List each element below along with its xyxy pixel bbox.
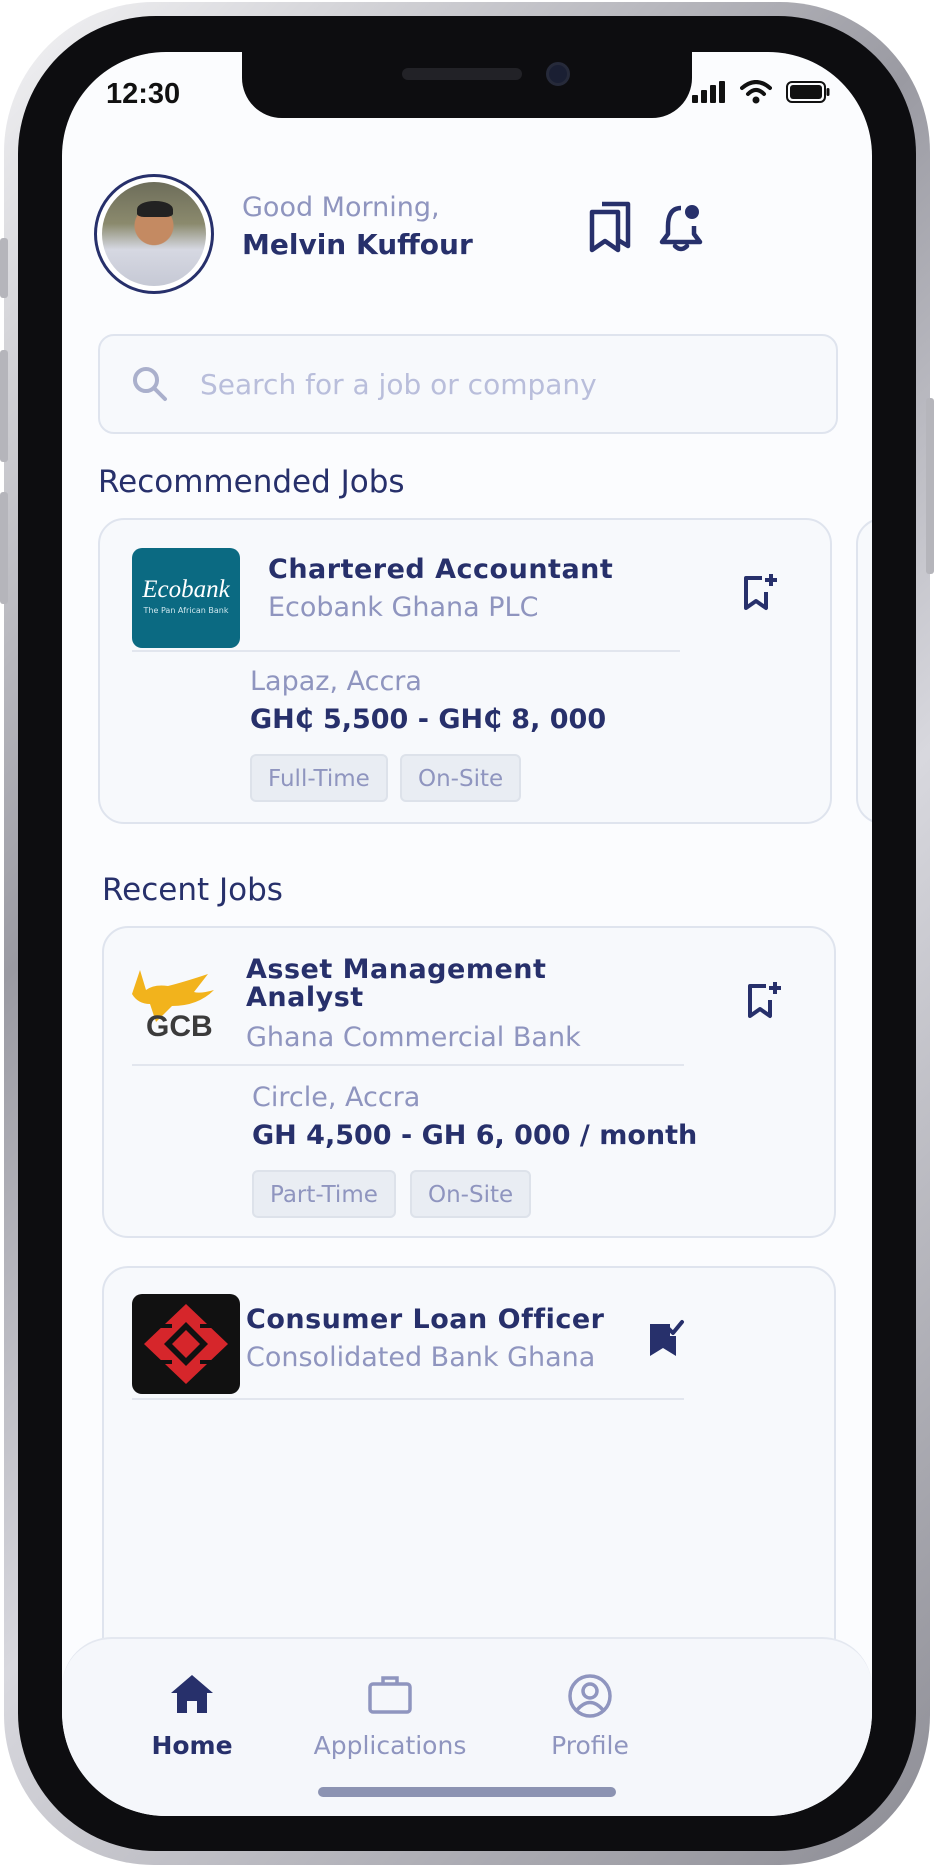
card-divider <box>132 1398 684 1400</box>
recent-job-card[interactable]: GCB Asset Management Analyst Ghana Comme… <box>102 926 836 1238</box>
card-divider <box>132 650 680 652</box>
bookmark-add-button[interactable] <box>740 572 780 616</box>
next-recommended-card-peek[interactable] <box>856 518 872 824</box>
bookmark-add-icon <box>748 982 781 1018</box>
user-circle-icon <box>568 1674 612 1718</box>
notch <box>242 52 692 118</box>
tag-on-site: On-Site <box>410 1170 532 1218</box>
briefcase-icon <box>368 1676 412 1714</box>
card-divider <box>132 1064 684 1066</box>
nav-home[interactable]: Home <box>92 1673 292 1760</box>
job-salary: GH₵ 5,500 - GH₵ 8, 000 <box>250 704 607 735</box>
avatar[interactable] <box>94 174 214 294</box>
nav-home-label: Home <box>151 1731 233 1760</box>
bookmark-check-icon <box>650 1320 684 1356</box>
home-icon <box>171 1675 213 1713</box>
tag-full-time: Full-Time <box>250 754 388 802</box>
ecobank-logo-tagline: The Pan African Bank <box>143 606 229 615</box>
nav-applications[interactable]: Applications <box>290 1673 490 1760</box>
job-location: Circle, Accra <box>252 1082 421 1113</box>
greeting-text: Good Morning, <box>242 192 440 223</box>
nav-profile-label: Profile <box>551 1731 629 1760</box>
avatar-photo <box>102 182 206 286</box>
company-name: Ghana Commercial Bank <box>246 1022 581 1053</box>
search-icon <box>133 367 167 401</box>
user-name: Melvin Kuffour <box>242 228 473 261</box>
volume-up-button <box>0 350 8 462</box>
job-title: Chartered Accountant <box>268 554 614 585</box>
company-name: Ecobank Ghana PLC <box>268 592 539 623</box>
job-title-line-2: Analyst <box>246 982 364 1013</box>
signal-icon <box>692 81 725 103</box>
recent-jobs-title: Recent Jobs <box>102 872 283 908</box>
gcb-logo: GCB <box>128 964 228 1048</box>
consolidated-bank-logo <box>132 1294 240 1394</box>
home-indicator[interactable] <box>318 1787 616 1797</box>
search-input[interactable]: Search for a job or company <box>200 368 597 401</box>
volume-down-button <box>0 492 8 604</box>
job-salary: GH 4,500 - GH 6, 000 / month <box>252 1120 698 1151</box>
recommended-job-card[interactable]: Ecobank The Pan African Bank Chartered A… <box>98 518 832 824</box>
notifications-button[interactable] <box>656 200 706 254</box>
wifi-icon <box>740 80 772 104</box>
ecobank-logo: Ecobank The Pan African Bank <box>132 548 240 648</box>
recent-job-card[interactable]: Consumer Loan Officer Consolidated Bank … <box>102 1266 836 1686</box>
mute-switch <box>0 238 8 298</box>
ecobank-logo-text: Ecobank <box>142 576 230 603</box>
speaker <box>402 68 522 80</box>
tag-on-site: On-Site <box>400 754 522 802</box>
front-camera <box>546 62 570 86</box>
battery-icon <box>786 81 830 103</box>
nav-profile[interactable]: Profile <box>490 1673 690 1760</box>
search-bar[interactable]: Search for a job or company <box>98 334 838 434</box>
recommended-jobs-title: Recommended Jobs <box>98 464 405 500</box>
bell-icon <box>659 205 703 252</box>
saved-jobs-button[interactable] <box>586 200 636 254</box>
bookmark-add-icon <box>744 574 777 610</box>
bookmark-add-button[interactable] <box>744 980 784 1024</box>
app-screen: 12:30 Good Morning, Melvin Kuffour Searc… <box>62 52 872 1816</box>
company-name: Consolidated Bank Ghana <box>246 1342 596 1373</box>
tag-part-time: Part-Time <box>252 1170 396 1218</box>
bookmarks-icon <box>589 201 631 253</box>
job-title: Consumer Loan Officer <box>246 1304 605 1335</box>
bookmark-saved-button[interactable] <box>644 1318 686 1364</box>
job-location: Lapaz, Accra <box>250 666 422 697</box>
gcb-logo-text: GCB <box>146 1010 213 1043</box>
nav-applications-label: Applications <box>313 1731 467 1760</box>
power-button <box>926 398 934 574</box>
status-time: 12:30 <box>106 78 181 110</box>
consolidated-bank-emblem-icon <box>144 1304 228 1384</box>
status-icons <box>692 80 830 104</box>
